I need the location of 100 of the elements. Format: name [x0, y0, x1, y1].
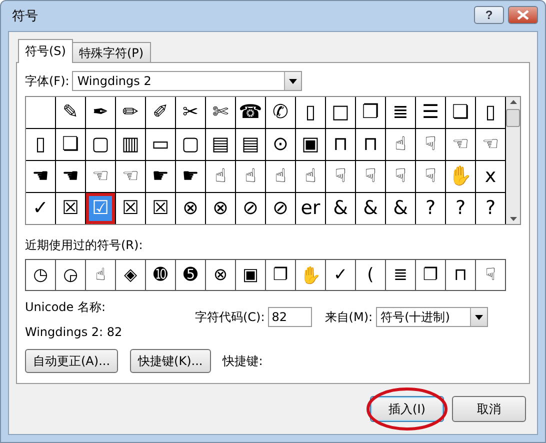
symbol-cell[interactable]: ▣	[296, 129, 325, 160]
symbol-cell[interactable]: ☛	[176, 161, 205, 192]
symbol-cell[interactable]: ⊓	[326, 129, 355, 160]
symbol-cell[interactable]: ▢	[176, 129, 205, 160]
from-dropdown[interactable]: 符号(十进制)	[376, 307, 488, 327]
caret-icon	[474, 314, 483, 320]
symbol-cell[interactable]: ☛	[146, 161, 175, 192]
recent-symbol-cell[interactable]: ❐	[266, 260, 295, 290]
symbol-cell[interactable]: ☎	[236, 97, 265, 128]
symbol-cell[interactable]: ☝	[266, 161, 295, 192]
help-button[interactable]: ?	[474, 6, 504, 24]
symbol-cell[interactable]: ▯	[296, 97, 325, 128]
symbol-cell[interactable]: ✆	[266, 97, 295, 128]
symbol-cell[interactable]: ☝	[206, 161, 235, 192]
recent-symbol-cell[interactable]: ◈	[116, 260, 145, 290]
symbol-cell[interactable]: ✎	[56, 97, 85, 128]
symbol-cell[interactable]: ⊙	[266, 129, 295, 160]
symbol-cell[interactable]: er	[296, 193, 325, 224]
symbol-cell[interactable]: ?	[446, 193, 475, 224]
symbol-cell[interactable]: ☟	[416, 161, 445, 192]
scrollbar[interactable]	[506, 97, 520, 224]
symbol-cell[interactable]: ☝	[236, 161, 265, 192]
recent-symbol-cell[interactable]: ◶	[56, 260, 85, 290]
symbol-cell[interactable]: ☒	[146, 193, 175, 224]
dialog-button[interactable]: 取消	[452, 396, 526, 422]
scroll-thumb[interactable]	[506, 109, 520, 127]
symbol-cell[interactable]: ☒	[56, 193, 85, 224]
tab[interactable]: 符号(S)	[18, 39, 73, 63]
symbol-cell[interactable]	[26, 97, 55, 128]
recent-symbol-cell[interactable]: ⊓	[446, 260, 475, 290]
symbol-cell[interactable]: ☜	[476, 129, 505, 160]
symbol-cell[interactable]: ✒	[86, 97, 115, 128]
char-code-field[interactable]: 82	[268, 307, 312, 327]
symbol-cell[interactable]: ☜	[446, 129, 475, 160]
recent-symbol-cell[interactable]: ✓	[326, 260, 355, 290]
recent-symbol-cell[interactable]: (	[356, 260, 385, 290]
recent-symbol-cell[interactable]: ☟	[476, 260, 505, 290]
tool-button[interactable]: 自动更正(A)...	[25, 349, 118, 373]
symbol-cell[interactable]: ▤	[236, 129, 265, 160]
symbol-cell[interactable]: ☜	[116, 161, 145, 192]
recent-symbol-cell[interactable]: ➎	[176, 260, 205, 290]
recent-symbols-label: 近期使用过的符号(R):	[25, 237, 144, 254]
symbol-cell[interactable]: ☟	[326, 161, 355, 192]
close-button[interactable]	[508, 6, 538, 24]
symbol-cell[interactable]: ▥	[116, 129, 145, 160]
font-label: 字体(F):	[25, 72, 70, 90]
symbol-cell[interactable]: ☝	[296, 161, 325, 192]
symbol-cell[interactable]: &	[326, 193, 355, 224]
unicode-name-value: Wingdings 2: 82	[25, 325, 124, 339]
char-code-label: 字符代码(C):	[195, 308, 265, 326]
scroll-down-icon[interactable]	[510, 217, 516, 221]
tab[interactable]: 特殊字符(P)	[72, 42, 151, 62]
symbol-cell[interactable]: ✓	[26, 193, 55, 224]
symbol-cell[interactable]: ✂	[176, 97, 205, 128]
shortcut-label: 快捷键:	[222, 352, 263, 370]
symbol-cell[interactable]: ⊘	[266, 193, 295, 224]
symbol-cell[interactable]: &	[356, 193, 385, 224]
caret-icon	[289, 78, 298, 84]
symbol-cell[interactable]: ☟	[416, 129, 445, 160]
tool-button[interactable]: 快捷键(K)...	[130, 349, 211, 373]
symbol-cell[interactable]: ▯	[26, 129, 55, 160]
recent-symbol-cell[interactable]: ❐	[416, 260, 445, 290]
symbol-cell[interactable]: ⊗	[176, 193, 205, 224]
symbol-cell[interactable]: ▢	[86, 129, 115, 160]
symbol-cell[interactable]: ▭	[146, 129, 175, 160]
recent-symbol-cell[interactable]: ➓	[146, 260, 175, 290]
recent-symbol-cell[interactable]: ⊗	[206, 260, 235, 290]
recent-symbol-cell[interactable]: ≣	[386, 260, 415, 290]
symbol-cell[interactable]: ✄	[206, 97, 235, 128]
symbol-cell[interactable]: ▯	[476, 97, 505, 128]
symbol-cell[interactable]: ☚	[56, 161, 85, 192]
symbol-cell[interactable]: ✐	[146, 97, 175, 128]
symbol-cell[interactable]: ☒	[116, 193, 145, 224]
unicode-name-label: Unicode 名称:	[25, 299, 107, 316]
symbol-cell[interactable]: ✏	[116, 97, 145, 128]
recent-symbol-cell[interactable]: ▣	[236, 260, 265, 290]
symbol-cell[interactable]: □	[326, 97, 355, 128]
symbol-cell[interactable]: ⊗	[206, 193, 235, 224]
symbol-cell[interactable]: ❏	[446, 97, 475, 128]
symbol-cell[interactable]: ☝	[386, 129, 415, 160]
symbol-cell[interactable]: ❏	[56, 129, 85, 160]
symbol-cell[interactable]: ?	[476, 193, 505, 224]
dialog-button[interactable]: 插入(I)	[370, 396, 444, 422]
symbol-cell[interactable]: ☟	[356, 161, 385, 192]
symbol-cell[interactable]: &	[386, 193, 415, 224]
symbol-cell[interactable]: ☚	[26, 161, 55, 192]
font-dropdown[interactable]: Wingdings 2	[72, 71, 302, 91]
scroll-up-icon[interactable]	[510, 100, 516, 104]
recent-symbol-cell[interactable]: ◷	[26, 260, 55, 290]
symbol-cell[interactable]: ▤	[206, 129, 235, 160]
symbol-cell[interactable]: ?	[416, 193, 445, 224]
symbol-cell[interactable]: ⊓	[356, 129, 385, 160]
symbol-cell[interactable]: ☟	[386, 161, 415, 192]
symbol-cell[interactable]: ☜	[86, 161, 115, 192]
symbol-cell[interactable]: ⊘	[236, 193, 265, 224]
symbol-cell[interactable]: ❐	[356, 97, 385, 128]
recent-symbol-cell[interactable]: ☝	[86, 260, 115, 290]
symbol-cell[interactable]: ☰	[416, 97, 445, 128]
symbol-cell[interactable]: ≣	[386, 97, 415, 128]
symbol-cell[interactable]: x	[476, 161, 505, 192]
